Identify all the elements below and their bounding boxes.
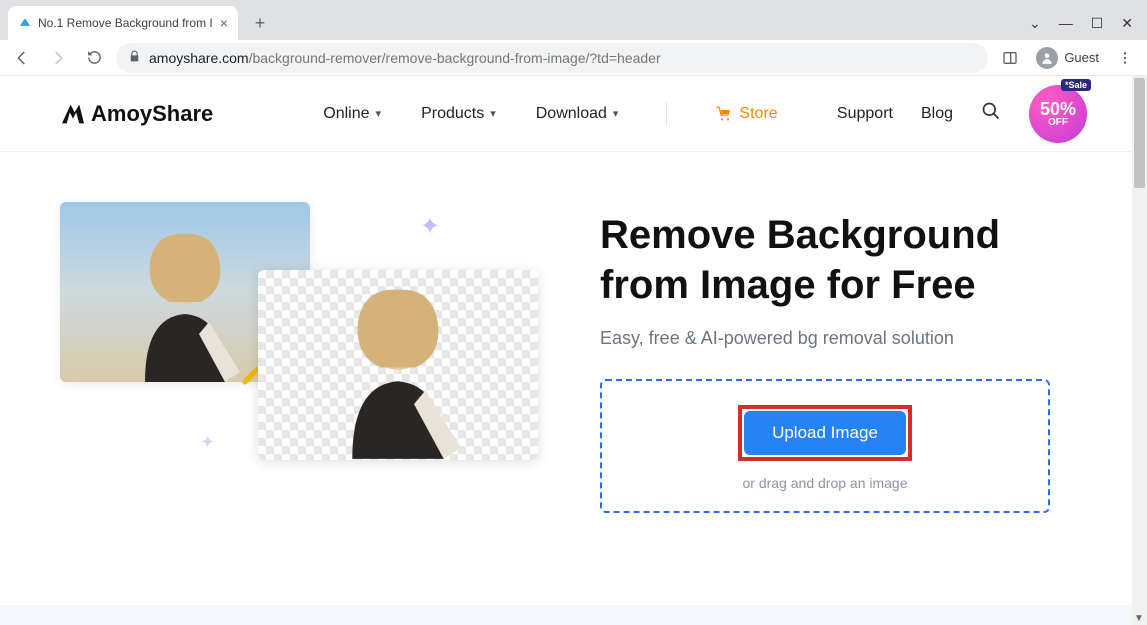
upload-image-button[interactable]: Upload Image	[744, 411, 906, 455]
profile-label: Guest	[1064, 50, 1099, 65]
page-content: AmoyShare Online▾ Products▾ Download▾ St…	[0, 76, 1147, 625]
cart-icon	[715, 106, 733, 122]
nav-store[interactable]: Store	[715, 105, 777, 123]
avatar-icon	[1036, 47, 1058, 69]
browser-tab-strip: No.1 Remove Background from I × + ⌄ — ☐ …	[0, 0, 1147, 40]
hero-section: ✦ ✦	[0, 152, 1147, 513]
footer-band	[0, 605, 1132, 625]
upload-dropzone[interactable]: Upload Image or drag and drop an image	[600, 379, 1050, 513]
lock-icon	[128, 50, 141, 66]
back-button[interactable]	[8, 44, 36, 72]
chevron-down-icon: ▾	[376, 107, 382, 120]
sale-percent: 50%	[1040, 100, 1076, 118]
panel-icon[interactable]	[996, 44, 1024, 72]
sale-badge[interactable]: *Sale 50% OFF	[1029, 85, 1087, 143]
url-text: amoyshare.com/background-remover/remove-…	[149, 50, 661, 66]
nav-products[interactable]: Products▾	[421, 105, 496, 123]
logo-icon	[60, 103, 86, 125]
sparkle-icon: ✦	[200, 432, 215, 453]
scrollbar-thumb[interactable]	[1134, 78, 1145, 188]
nav-online[interactable]: Online▾	[323, 105, 381, 123]
sparkle-icon: ✦	[420, 212, 440, 241]
kebab-menu-icon[interactable]	[1111, 44, 1139, 72]
new-tab-button[interactable]: +	[246, 9, 274, 37]
minimize-icon[interactable]: —	[1059, 15, 1073, 32]
maximize-icon[interactable]: ☐	[1091, 15, 1104, 32]
nav-divider	[666, 102, 667, 126]
close-window-icon[interactable]: ✕	[1121, 15, 1133, 32]
reload-button[interactable]	[80, 44, 108, 72]
window-controls: ⌄ — ☐ ✕	[1029, 15, 1147, 40]
tab-favicon	[18, 16, 32, 30]
right-nav: Support Blog *Sale 50% OFF	[837, 85, 1087, 143]
sale-tag: *Sale	[1061, 79, 1091, 91]
tab-title: No.1 Remove Background from I	[38, 16, 214, 30]
site-header: AmoyShare Online▾ Products▾ Download▾ St…	[0, 76, 1147, 152]
annotation-highlight: Upload Image	[738, 405, 912, 461]
profile-chip[interactable]: Guest	[1032, 45, 1103, 71]
nav-blog[interactable]: Blog	[921, 105, 953, 123]
drop-hint-text: or drag and drop an image	[622, 475, 1028, 491]
browser-tab[interactable]: No.1 Remove Background from I ×	[8, 6, 238, 40]
sale-off: OFF	[1048, 118, 1068, 128]
page-title: Remove Background from Image for Free	[600, 210, 1087, 310]
scroll-down-icon[interactable]: ▼	[1134, 613, 1144, 624]
forward-button[interactable]	[44, 44, 72, 72]
hero-copy: Remove Background from Image for Free Ea…	[600, 202, 1087, 513]
chevron-down-icon: ▾	[613, 107, 619, 120]
example-cutout-image	[258, 270, 538, 460]
nav-support[interactable]: Support	[837, 105, 893, 123]
site-logo[interactable]: AmoyShare	[60, 101, 213, 127]
tab-close-icon[interactable]: ×	[220, 15, 228, 31]
hero-illustration: ✦ ✦	[60, 202, 560, 502]
chevron-down-icon: ▾	[490, 107, 496, 120]
page-scrollbar[interactable]: ▼	[1132, 76, 1147, 625]
browser-toolbar: amoyshare.com/background-remover/remove-…	[0, 40, 1147, 76]
chevron-down-icon[interactable]: ⌄	[1029, 15, 1041, 32]
main-nav: Online▾ Products▾ Download▾ Store	[323, 102, 777, 126]
logo-text: AmoyShare	[91, 101, 213, 127]
page-subtitle: Easy, free & AI-powered bg removal solut…	[600, 328, 1087, 349]
search-icon[interactable]	[981, 101, 1001, 126]
nav-download[interactable]: Download▾	[536, 105, 619, 123]
address-bar[interactable]: amoyshare.com/background-remover/remove-…	[116, 43, 988, 73]
